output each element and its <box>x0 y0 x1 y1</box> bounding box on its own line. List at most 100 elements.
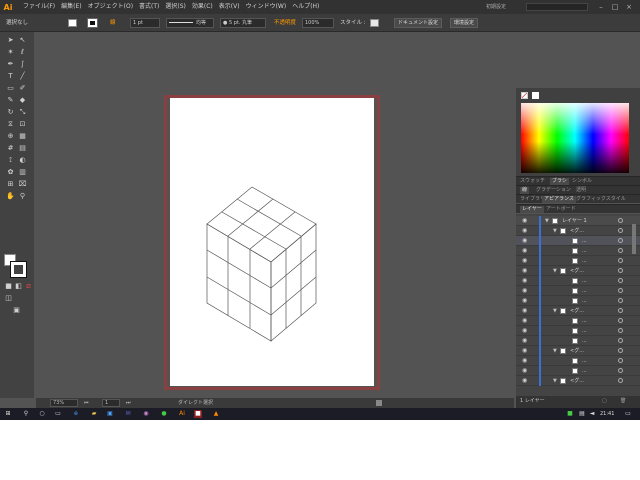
visibility-eye-icon[interactable]: ◉ <box>522 228 528 234</box>
tab-swatches[interactable]: スウォッチ <box>520 178 545 185</box>
visibility-eye-icon[interactable]: ◉ <box>522 248 528 254</box>
shaper-tool-icon[interactable]: ✎ <box>6 96 15 105</box>
expand-triangle-icon[interactable]: ▼ <box>553 377 557 385</box>
target-circle-icon[interactable] <box>618 228 623 233</box>
stroke-swatch[interactable] <box>10 261 27 278</box>
direct-selection-tool-icon[interactable]: ↖ <box>18 36 27 45</box>
layer-row[interactable]: ◉ ... <box>516 236 640 246</box>
target-circle-icon[interactable] <box>618 368 623 373</box>
minimize-icon[interactable]: – <box>596 3 606 11</box>
color-spectrum[interactable] <box>521 103 629 173</box>
free-transform-icon[interactable]: ⊡ <box>18 120 27 129</box>
menu-edit[interactable]: 編集(E) <box>58 0 84 14</box>
color-mode-icon[interactable]: ■ <box>4 282 13 291</box>
layer-row[interactable]: ◉ ▼ <グ... <box>516 346 640 356</box>
shape-builder-icon[interactable]: ⊕ <box>6 132 15 141</box>
page-field[interactable]: 1 <box>102 399 120 407</box>
target-circle-icon[interactable] <box>618 218 623 223</box>
blend-tool-icon[interactable]: ◐ <box>18 156 27 165</box>
slice-tool-icon[interactable]: ⌧ <box>18 180 27 189</box>
white-color-icon[interactable] <box>532 92 539 99</box>
menu-window[interactable]: ウィンドウ(W) <box>243 0 290 14</box>
visibility-eye-icon[interactable]: ◉ <box>522 288 528 294</box>
tab-layers[interactable]: レイヤー <box>520 206 544 213</box>
stroke-style-select[interactable]: 均等 <box>166 18 214 28</box>
file-explorer-icon[interactable]: ▰ <box>90 410 98 418</box>
symbol-sprayer-icon[interactable]: ✿ <box>6 168 15 177</box>
layer-row[interactable]: ◉ ... <box>516 316 640 326</box>
target-circle-icon[interactable] <box>618 258 623 263</box>
target-circle-icon[interactable] <box>618 288 623 293</box>
curvature-tool-icon[interactable]: ∫ <box>18 60 27 69</box>
none-color-icon[interactable] <box>521 92 528 99</box>
expand-triangle-icon[interactable]: ▼ <box>545 217 549 225</box>
gradient-tool-icon[interactable]: ▤ <box>18 144 27 153</box>
last-page-icon[interactable]: ⏭ <box>126 399 131 407</box>
layer-row[interactable]: ◉ ▼ <グ... <box>516 226 640 236</box>
task-view-icon[interactable]: ▭ <box>54 410 62 418</box>
visibility-eye-icon[interactable]: ◉ <box>522 238 528 244</box>
search-input[interactable] <box>526 3 588 11</box>
close-icon[interactable]: × <box>624 3 634 11</box>
layer-row[interactable]: ◉ ... <box>516 296 640 306</box>
visibility-eye-icon[interactable]: ◉ <box>522 358 528 364</box>
target-circle-icon[interactable] <box>618 348 623 353</box>
layer-row[interactable]: ◉ ▼ <グ... <box>516 266 640 276</box>
width-tool-icon[interactable]: ⧖ <box>6 120 15 129</box>
lasso-tool-icon[interactable]: ℓ <box>18 48 27 57</box>
target-circle-icon[interactable] <box>618 328 623 333</box>
stroke-label-icon[interactable]: 線 <box>110 18 116 28</box>
volume-icon[interactable]: ◄ <box>588 410 596 418</box>
visibility-eye-icon[interactable]: ◉ <box>522 218 528 224</box>
app4-icon[interactable]: ▲ <box>212 410 220 418</box>
maximize-icon[interactable]: □ <box>610 3 620 11</box>
menu-type[interactable]: 書式(T) <box>136 0 162 14</box>
layer-row[interactable]: ◉ ... <box>516 256 640 266</box>
brush-select[interactable]: ● 5 pt. 丸筆 <box>220 18 266 28</box>
notification-icon[interactable]: ▭ <box>624 410 632 418</box>
new-layer-icon[interactable]: ▢ <box>602 398 607 405</box>
preferences-button[interactable]: 環境設定 <box>450 18 479 28</box>
draw-mode-icon[interactable]: ◫ <box>4 294 13 303</box>
artboard-tool-icon[interactable]: ⊞ <box>6 180 15 189</box>
tray-icon[interactable]: ■ <box>566 410 574 418</box>
document-setup-button[interactable]: ドキュメント設定 <box>394 18 443 28</box>
none-mode-icon[interactable]: ⧄ <box>24 282 33 291</box>
horizontal-scroll-thumb[interactable] <box>376 400 382 406</box>
target-circle-icon[interactable] <box>618 318 623 323</box>
store-icon[interactable]: ▣ <box>106 410 114 418</box>
tab-transparency[interactable]: 透明 <box>576 187 586 194</box>
target-circle-icon[interactable] <box>618 238 623 243</box>
visibility-eye-icon[interactable]: ◉ <box>522 378 528 384</box>
menu-view[interactable]: 表示(V) <box>216 0 243 14</box>
expand-triangle-icon[interactable]: ▼ <box>553 347 557 355</box>
delete-layer-icon[interactable]: 🗑 <box>620 398 626 405</box>
target-circle-icon[interactable] <box>618 298 623 303</box>
zoom-tool-icon[interactable]: ⚲ <box>18 192 27 201</box>
app-icon[interactable]: ◉ <box>142 410 150 418</box>
stroke-color-swatch[interactable] <box>87 18 98 28</box>
eyedropper-tool-icon[interactable]: ⟟ <box>6 156 15 165</box>
mail-icon[interactable]: ✉ <box>124 410 132 418</box>
expand-triangle-icon[interactable]: ▼ <box>553 267 557 275</box>
tab-brushes[interactable]: ブラシ <box>550 178 569 185</box>
layer-row[interactable]: ◉ ▼ <グ... <box>516 306 640 316</box>
menu-object[interactable]: オブジェクト(O) <box>85 0 136 14</box>
menu-file[interactable]: ファイル(F) <box>20 0 58 14</box>
tab-artboards[interactable]: アートボード <box>546 206 576 213</box>
layer-row[interactable]: ◉ ▼ レイヤー 1 <box>516 216 640 226</box>
zoom-field[interactable]: 73% <box>50 399 78 407</box>
target-circle-icon[interactable] <box>618 378 623 383</box>
graph-tool-icon[interactable]: ▥ <box>18 168 27 177</box>
app3-icon[interactable]: ■ <box>194 410 202 418</box>
layer-row[interactable]: ◉ ... <box>516 356 640 366</box>
menu-select[interactable]: 選択(S) <box>162 0 189 14</box>
visibility-eye-icon[interactable]: ◉ <box>522 258 528 264</box>
network-icon[interactable]: ▤ <box>578 410 586 418</box>
visibility-eye-icon[interactable]: ◉ <box>522 318 528 324</box>
cube-drawing[interactable] <box>170 98 374 386</box>
target-circle-icon[interactable] <box>618 308 623 313</box>
target-circle-icon[interactable] <box>618 268 623 273</box>
rectangle-tool-icon[interactable]: ▭ <box>6 84 15 93</box>
workspace-switcher[interactable]: 初期設定 <box>486 3 506 10</box>
